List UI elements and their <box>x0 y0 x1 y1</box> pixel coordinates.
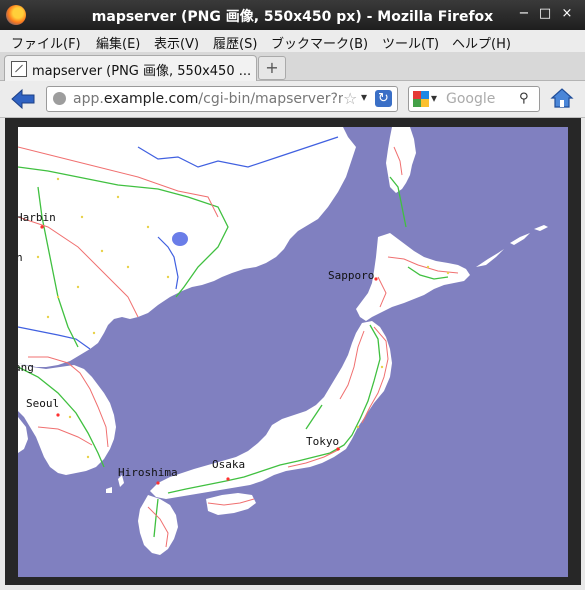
binoculars-icon[interactable]: ⚲ <box>519 91 529 106</box>
menu-tools[interactable]: ツール(T) <box>382 33 439 52</box>
browser-window: mapserver (PNG 画像, 550x450 px) - Mozilla… <box>0 0 585 590</box>
globe-icon <box>53 92 66 105</box>
chevron-down-icon[interactable]: ▾ <box>361 90 367 104</box>
star-icon[interactable]: ☆ <box>343 89 357 108</box>
url-path: /cgi-bin/mapserver?ma <box>198 91 343 107</box>
search-input[interactable]: Google <box>446 91 495 107</box>
menu-bookmarks[interactable]: ブックマーク(B) <box>271 33 368 52</box>
window-title: mapserver (PNG 画像, 550x450 px) - Mozilla… <box>91 9 494 25</box>
address-bar[interactable]: app.example.com/cgi-bin/mapserver?ma ☆ ▾… <box>46 86 398 112</box>
menu-history[interactable]: 履歴(S) <box>213 33 257 52</box>
image-icon <box>11 61 27 77</box>
tab-label: mapserver (PNG 画像, 550x450 ... <box>32 64 252 79</box>
search-bar[interactable]: ▾ Google ⚲ <box>408 86 540 112</box>
label-harbin: Harbin <box>18 211 56 224</box>
google-icon[interactable] <box>413 91 429 107</box>
label-hiroshima: Hiroshima <box>118 466 178 479</box>
menu-help[interactable]: ヘルプ(H) <box>452 33 511 52</box>
maximize-button[interactable]: □ <box>537 6 553 22</box>
navigation-bar: app.example.com/cgi-bin/mapserver?ma ☆ ▾… <box>0 81 585 118</box>
url-domain: example.com <box>103 91 199 107</box>
tab-mapserver[interactable]: mapserver (PNG 画像, 550x450 ... <box>4 55 257 81</box>
menu-bar: ファイル(F) 編集(E) 表示(V) 履歴(S) ブックマーク(B) ツール(… <box>0 30 585 53</box>
label-tokyo: Tokyo <box>306 435 339 448</box>
title-bar: mapserver (PNG 画像, 550x450 px) - Mozilla… <box>0 0 585 30</box>
url-prefix: app. <box>73 91 104 107</box>
reload-icon[interactable]: ↻ <box>375 90 392 107</box>
menu-file[interactable]: ファイル(F) <box>11 33 81 52</box>
search-engine-dropdown-icon[interactable]: ▾ <box>431 91 437 105</box>
menu-view[interactable]: 表示(V) <box>154 33 199 52</box>
page-content: Harbin n Sapporo ang Seoul Tokyo Osaka H… <box>5 118 581 585</box>
url-text[interactable]: app.example.com/cgi-bin/mapserver?ma <box>73 91 343 107</box>
tab-strip: mapserver (PNG 画像, 550x450 ... + <box>0 52 585 81</box>
lake-khanka <box>172 232 188 246</box>
home-icon[interactable] <box>550 87 574 109</box>
close-button[interactable]: × <box>559 6 575 22</box>
map-svg: Harbin n Sapporo ang Seoul Tokyo Osaka H… <box>18 127 568 577</box>
minimize-button[interactable]: − <box>516 6 532 22</box>
map-image: Harbin n Sapporo ang Seoul Tokyo Osaka H… <box>18 127 568 577</box>
back-arrow-icon[interactable] <box>10 88 36 110</box>
label-osaka: Osaka <box>212 458 245 471</box>
label-seoul: Seoul <box>26 397 59 410</box>
new-tab-button[interactable]: + <box>258 56 286 80</box>
label-sapporo: Sapporo <box>328 269 374 282</box>
label-partial-ang: ang <box>18 361 34 374</box>
menu-edit[interactable]: 編集(E) <box>96 33 140 52</box>
label-partial-n: n <box>18 251 23 264</box>
